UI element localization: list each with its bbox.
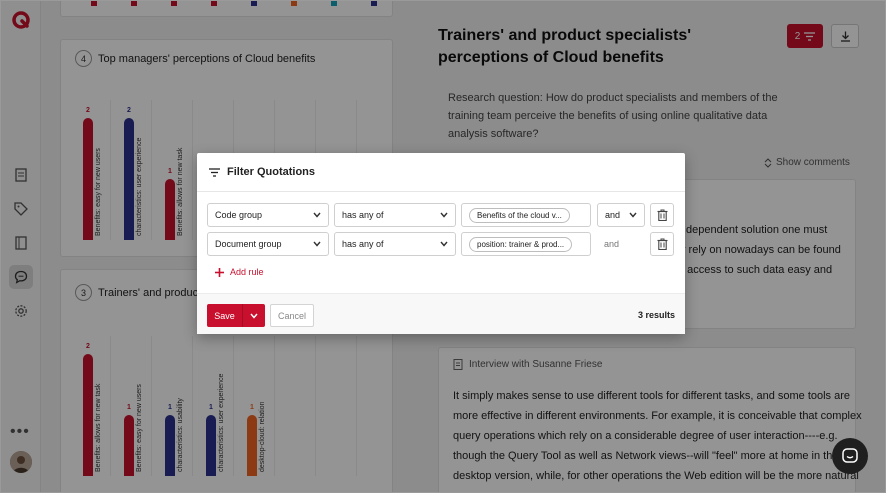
cancel-button[interactable]: Cancel — [270, 304, 314, 327]
filter-icon — [209, 167, 220, 177]
save-options-button[interactable] — [242, 304, 265, 327]
rule-value-chip[interactable]: position: trainer & prod... — [469, 236, 573, 252]
save-button-group: Save — [207, 304, 265, 327]
rule-field-select[interactable]: Code group — [207, 203, 329, 227]
plus-icon — [215, 267, 224, 277]
dialog-footer: Save Cancel 3 results — [197, 293, 685, 334]
chevron-down-icon — [440, 212, 448, 218]
rule-conjunction-label: and — [604, 239, 620, 249]
dialog-header: Filter Quotations — [197, 153, 685, 192]
rule-operator-value: has any of — [342, 239, 384, 249]
dialog-title: Filter Quotations — [227, 166, 315, 178]
rule-operator-select[interactable]: has any of — [334, 232, 456, 256]
save-button[interactable]: Save — [207, 304, 242, 327]
rule-conjunction-select[interactable]: and — [597, 203, 645, 227]
rule-field-select[interactable]: Document group — [207, 232, 329, 256]
support-chat-button[interactable] — [832, 438, 868, 474]
results-count: 3 results — [637, 310, 675, 320]
chevron-down-icon — [629, 212, 637, 218]
rule-operator-select[interactable]: has any of — [334, 203, 456, 227]
rule-field-value: Document group — [215, 239, 282, 249]
filter-rule-1: Code group has any of Benefits of the cl… — [207, 203, 677, 227]
app-frame: ••• 4 Top managers' perceptions of Cloud… — [0, 0, 886, 493]
delete-rule-button[interactable] — [650, 232, 674, 256]
rule-field-value: Code group — [215, 210, 263, 220]
rule-operator-value: has any of — [342, 210, 384, 220]
trash-icon — [657, 238, 667, 250]
rule-value-select[interactable]: Benefits of the cloud v... — [461, 203, 591, 227]
filter-quotations-dialog: Filter Quotations Code group has any of … — [197, 153, 685, 334]
filter-rule-2: Document group has any of position: trai… — [207, 232, 677, 256]
rule-value-chip[interactable]: Benefits of the cloud v... — [469, 207, 570, 223]
delete-rule-button[interactable] — [650, 203, 674, 227]
add-rule-button[interactable]: Add rule — [215, 267, 264, 277]
add-rule-label: Add rule — [230, 267, 264, 277]
chevron-down-icon — [313, 212, 321, 218]
rule-value-select[interactable]: position: trainer & prod... — [461, 232, 591, 256]
chevron-down-icon — [250, 313, 258, 319]
rule-conjunction-value: and — [605, 210, 621, 220]
chevron-down-icon — [440, 241, 448, 247]
trash-icon — [657, 209, 667, 221]
chevron-down-icon — [313, 241, 321, 247]
chat-bubble-icon — [842, 448, 858, 463]
